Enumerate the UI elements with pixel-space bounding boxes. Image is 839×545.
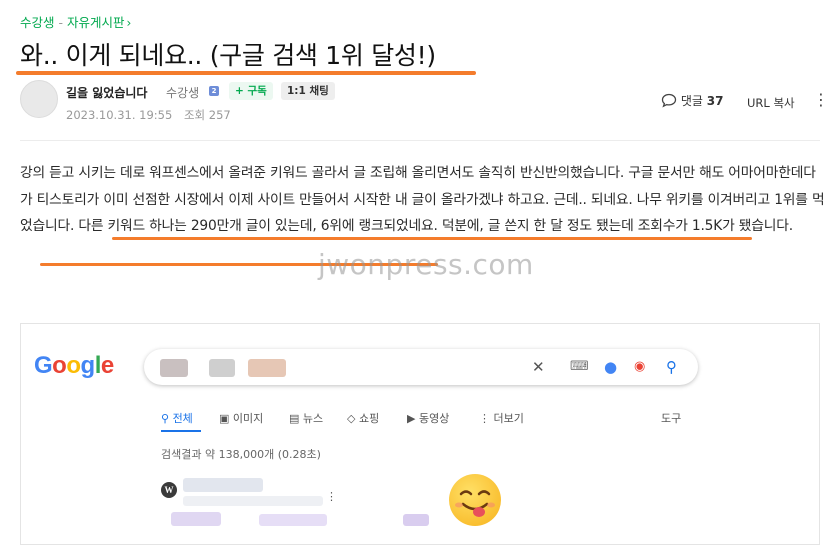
microphone-icon[interactable]: ● [604, 358, 617, 376]
blurred-result-title [259, 514, 327, 526]
post-body: 강의 듣고 시키는 데로 워프센스에서 올려준 키워드 골라서 글 조립해 올리… [20, 165, 825, 234]
tab-shopping[interactable]: ◇ 쇼핑 [347, 410, 379, 426]
view-count: 조회 257 [183, 108, 231, 122]
search-input[interactable]: ✕ ⌨ ● ◉ ⚲ [144, 349, 698, 385]
breadcrumb-section[interactable]: 자유게시판 [67, 15, 125, 30]
post-title: 와.. 이게 되네요.. (구글 검색 1위 달성!) [20, 41, 436, 70]
search-screenshot: Google ✕ ⌨ ● ◉ ⚲ ⚲ 전체 ▣ 이미지 ▤ 뉴스 ◇ 쇼핑 ▶ … [20, 323, 820, 545]
more-menu-icon[interactable]: ⋮ [813, 90, 829, 109]
author-name[interactable]: 길을 잃었습니다 [66, 84, 147, 101]
result-stats: 검색결과 약 138,000개 (0.28초) [161, 448, 321, 461]
subscribe-button[interactable]: + 구독 [229, 82, 273, 100]
chevron-right-icon: › [126, 16, 132, 30]
smiling-face-emoji [449, 474, 501, 526]
comment-icon [661, 93, 677, 108]
comments-label: 댓글 [680, 94, 703, 108]
clear-icon[interactable]: ✕ [532, 358, 545, 376]
tab-news[interactable]: ▤ 뉴스 [289, 410, 323, 426]
breadcrumb-board[interactable]: 수강생 [20, 15, 55, 30]
highlight-underline-1 [112, 237, 752, 240]
post-date: 2023.10.31. 19:55 [66, 108, 173, 122]
google-logo: Google [34, 352, 114, 379]
blurred-result [183, 478, 263, 492]
blurred-query [160, 359, 188, 377]
blurred-result [183, 496, 323, 506]
level-badge: 2 [209, 86, 219, 96]
comments-count: 37 [706, 94, 724, 108]
divider [20, 140, 820, 141]
tongue-out-icon [455, 490, 495, 517]
watermark: jwonpress.com [318, 248, 534, 281]
comments-button[interactable]: 댓글 37 [661, 92, 723, 109]
avatar[interactable] [20, 80, 58, 118]
tab-images[interactable]: ▣ 이미지 [219, 410, 263, 426]
blurred-result-title [403, 514, 429, 526]
member-level: 수강생 [166, 86, 200, 100]
blurred-query [209, 359, 235, 377]
result-menu-icon[interactable]: ⋮ [326, 490, 337, 503]
lens-icon[interactable]: ◉ [634, 359, 645, 374]
keyboard-icon[interactable]: ⌨ [570, 359, 589, 374]
wordpress-icon: W [161, 482, 177, 498]
post-meta: 2023.10.31. 19:55 조회 257 [66, 107, 231, 123]
tab-video[interactable]: ▶ 동영상 [407, 410, 449, 426]
blurred-query [248, 359, 286, 377]
breadcrumb[interactable]: 수강생 - 자유게시판 › [20, 12, 131, 31]
tab-more[interactable]: ⋮ 더보기 [479, 410, 524, 426]
chat-button[interactable]: 1:1 채팅 [281, 82, 335, 100]
blurred-result-title [171, 512, 221, 526]
search-icon[interactable]: ⚲ [666, 358, 677, 376]
active-tab-indicator [161, 430, 201, 432]
url-copy-button[interactable]: URL 복사 [747, 95, 795, 111]
breadcrumb-separator: - [58, 15, 64, 30]
tools-button[interactable]: 도구 [661, 410, 681, 426]
tab-all[interactable]: ⚲ 전체 [161, 410, 193, 426]
title-underline [16, 71, 476, 75]
